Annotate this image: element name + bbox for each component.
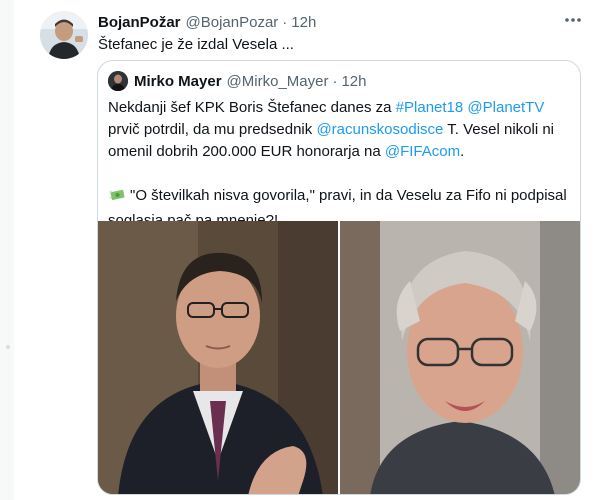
more-options-icon[interactable] <box>560 10 586 30</box>
quoted-paragraph-1: Nekdanji šef KPK Boris Štefanec danes za… <box>108 97 568 163</box>
inline-text: . <box>460 143 465 160</box>
right-rail <box>599 0 605 500</box>
media-grid[interactable] <box>98 221 580 494</box>
quoted-tweet-text: Nekdanji šef KPK Boris Štefanec danes za… <box>108 97 568 232</box>
quoted-author-name[interactable]: Mirko Mayer <box>134 73 222 90</box>
quoted-author-handle[interactable]: @Mirko_Mayer <box>227 73 329 90</box>
author-handle[interactable]: @BojanPozar <box>186 14 279 31</box>
quoted-timestamp[interactable]: 12h <box>341 73 366 90</box>
quoted-author-avatar[interactable] <box>108 71 128 91</box>
header-separator: · <box>282 13 288 31</box>
quoted-tweet-card[interactable]: Mirko Mayer @Mirko_Mayer · 12h Nekdanji … <box>97 60 581 495</box>
inline-text: Nekdanji šef KPK Boris Štefanec danes za <box>108 99 396 116</box>
photo-older-man[interactable] <box>340 221 580 494</box>
quoted-tweet-header: Mirko Mayer @Mirko_Mayer · 12h <box>108 71 367 91</box>
inline-link[interactable]: @racunskosodisce <box>316 121 443 138</box>
money-with-wings-icon <box>108 187 126 210</box>
scroll-dot <box>6 345 10 349</box>
quoted-header-separator: · <box>332 72 338 90</box>
tweet-header: BojanPožar @BojanPozar · 12h <box>98 12 316 32</box>
photo-man-glasses[interactable] <box>98 221 338 494</box>
author-avatar[interactable] <box>40 11 88 59</box>
inline-link[interactable]: @FIFAcom <box>385 143 460 160</box>
left-rail <box>0 0 14 500</box>
inline-link[interactable]: @PlanetTV <box>467 99 544 116</box>
timestamp[interactable]: 12h <box>291 14 316 31</box>
author-name[interactable]: BojanPožar <box>98 14 181 31</box>
inline-text: prvič potrdil, da mu predsednik <box>108 121 317 138</box>
inline-link[interactable]: #Planet18 <box>396 99 464 116</box>
tweet-text: Štefanec je že izdal Vesela ... <box>98 36 294 53</box>
